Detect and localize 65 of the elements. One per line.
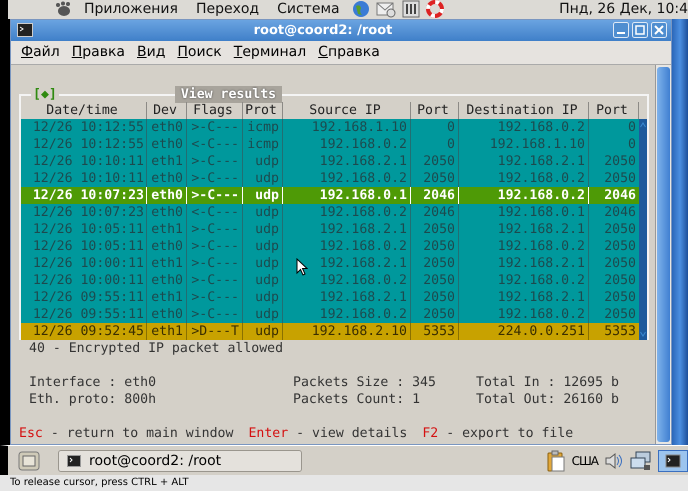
detail-text: Total In : 12695 b	[476, 374, 620, 391]
clipboard-icon[interactable]	[546, 450, 566, 472]
table-cell: 12/26 09:52:45	[21, 322, 147, 340]
detail-text: Packets Count: 1	[293, 390, 422, 408]
hotkey-description: - export to file	[446, 424, 574, 442]
table-cell-text: 5353	[603, 322, 637, 340]
table-cell-text: 2050	[603, 220, 637, 238]
menu-item[interactable]: Справка	[318, 44, 380, 60]
foot-icon[interactable]	[54, 1, 72, 18]
menu-item[interactable]: Файл	[21, 44, 60, 60]
table-cell: udp	[243, 322, 283, 340]
keyboard-layout[interactable]: США	[572, 454, 598, 468]
close-icon[interactable]	[651, 22, 667, 38]
taskbar-button[interactable]: root@coord2: /root	[58, 450, 302, 472]
table-cell-text: 2046	[603, 204, 637, 221]
event-description: 40 - Encrypted IP packet allowed	[28, 340, 284, 357]
detail-text: Eth. proto: 800h	[29, 390, 158, 408]
envelope-icon[interactable]	[376, 0, 396, 18]
hotkey[interactable]: Enter	[248, 424, 288, 442]
hotkey[interactable]: F2	[422, 424, 438, 442]
panel-menu[interactable]: Переход	[190, 1, 266, 18]
globe-icon[interactable]	[352, 0, 370, 18]
maximize-icon[interactable]	[632, 22, 648, 38]
table-row[interactable]: 12/26 09:52:45 eth1 >D---T udp 192.168.2.10 5353 224.0.0.251 5353	[21, 322, 639, 340]
frame-title: View results	[174, 86, 282, 103]
table-cell-text: 2050	[603, 306, 637, 323]
table-cell-text: 2050	[603, 254, 637, 272]
table-cell-text: 2050	[603, 170, 637, 187]
table-cell-text: 0	[627, 136, 637, 153]
table-cell-text: 2050	[603, 152, 637, 170]
table-cell: 224.0.0.251	[459, 322, 589, 340]
menu-item[interactable]: Правка	[72, 44, 125, 60]
table-cell-text: 0	[627, 118, 637, 136]
table-cell: >D---T	[187, 322, 243, 340]
terminal-icon[interactable]	[67, 454, 81, 467]
menu-item[interactable]: Поиск	[177, 44, 222, 60]
table-cell-text: 2046	[603, 186, 637, 204]
terminal-icon[interactable]	[658, 450, 688, 472]
panel-menu[interactable]: Приложения	[78, 1, 184, 18]
table-cell: eth1	[147, 322, 187, 340]
table-cell: 5353	[411, 322, 459, 340]
detail-text: Packets Size : 345	[293, 374, 437, 391]
network-icon[interactable]	[630, 450, 652, 471]
hotkey-description: - return to main window	[50, 424, 234, 442]
panel-menu[interactable]: Система	[271, 1, 346, 18]
mouse-pointer-icon	[296, 258, 308, 276]
detail-text: Interface : eth0	[29, 374, 158, 391]
clock[interactable]: Пнд, 26 Дек, 10:4	[559, 1, 688, 18]
table-row[interactable]: 12/26 10:07:23 eth0 >-C--- udp 192.168.0.1 2046 192.168.0.2 2046	[21, 186, 639, 204]
status-text: To release cursor, press CTRL + ALT	[0, 475, 688, 491]
menu-item[interactable]: Вид	[137, 44, 166, 60]
show-desktop-icon[interactable]	[18, 450, 40, 471]
minimize-icon[interactable]	[613, 22, 629, 38]
lifebuoy-icon[interactable]	[426, 0, 444, 18]
hotkey-description: - view details	[296, 424, 408, 442]
scrollbar[interactable]	[655, 64, 671, 444]
table-cell-text: 2050	[603, 272, 637, 289]
speaker-icon[interactable]	[604, 452, 624, 470]
hotkey[interactable]: Esc	[19, 424, 43, 442]
table-cell-text: 2050	[603, 238, 637, 255]
detail-text: Total Out: 26160 b	[476, 390, 620, 408]
menu-item[interactable]: Терминал	[234, 44, 306, 60]
table-cell: 192.168.2.10	[283, 322, 411, 340]
window-title: root@coord2: /root	[252, 22, 394, 38]
table-cell-text: 2050	[603, 288, 637, 306]
